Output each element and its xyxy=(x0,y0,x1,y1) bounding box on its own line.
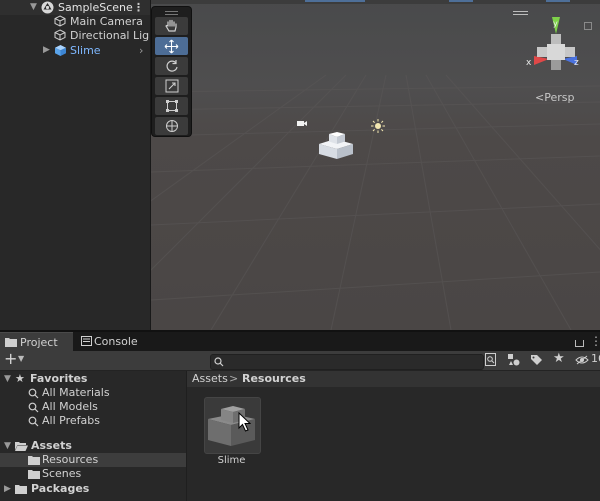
window-menu-icon[interactable]: ⋮ xyxy=(590,332,600,351)
expand-arrow-icon[interactable]: ▼ xyxy=(30,0,37,15)
move-arrows-icon xyxy=(164,39,179,54)
gizmo-x-label: x xyxy=(526,58,532,68)
favorite-star-icon[interactable]: ★ xyxy=(553,351,565,366)
rotate-icon xyxy=(166,60,178,72)
breadcrumb-current[interactable]: Resources xyxy=(242,371,306,387)
hierarchy-item-directional-light[interactable]: Directional Light xyxy=(0,28,150,43)
filter-by-type-icon[interactable] xyxy=(507,353,521,367)
project-tabbar: Project Console ⋮ xyxy=(0,332,600,351)
camera-gizmo-icon[interactable] xyxy=(296,118,308,127)
tree-favorites[interactable]: ▼ ★ Favorites xyxy=(0,372,186,386)
hand-tool-button[interactable] xyxy=(155,17,188,35)
tree-label: Favorites xyxy=(30,372,88,385)
folder-open-icon xyxy=(15,442,28,451)
hierarchy-item-main-camera[interactable]: Main Camera xyxy=(0,14,150,29)
console-icon xyxy=(81,336,92,346)
gizmo-z-label: z xyxy=(574,58,579,68)
gameobject-cube-icon xyxy=(54,15,66,27)
tree-item-all-materials[interactable]: All Materials xyxy=(0,386,186,400)
prefab-cube-icon xyxy=(55,45,66,56)
scene-menu-icon[interactable] xyxy=(513,11,528,12)
scene-menu-icon[interactable]: ⋮ xyxy=(133,0,144,15)
hierarchy-panel: ▼ SampleScene ⋮ Main Camera Directional … xyxy=(0,0,150,330)
move-tool-button[interactable] xyxy=(155,37,188,55)
search-icon xyxy=(28,388,39,399)
tree-item-scenes[interactable]: Scenes xyxy=(0,467,186,481)
chevron-right-icon[interactable]: › xyxy=(139,43,143,58)
hierarchy-item-slime[interactable]: ▶ Slime › xyxy=(0,43,150,58)
scene-view[interactable]: y x z <Persp xyxy=(151,0,600,330)
hierarchy-item-label: Directional Light xyxy=(70,29,150,42)
tree-label: All Models xyxy=(42,400,98,413)
gameobject-cube-icon xyxy=(54,29,66,41)
rect-tool-button[interactable] xyxy=(155,97,188,115)
projection-toggle[interactable]: <Persp xyxy=(535,91,574,104)
tree-item-resources[interactable]: Resources xyxy=(0,453,186,467)
tab-console[interactable]: Console xyxy=(76,332,146,351)
chevron-left-icon: < xyxy=(535,91,545,104)
transform-icon xyxy=(166,120,178,132)
expand-arrow-icon[interactable]: ▶ xyxy=(43,43,50,58)
hierarchy-item-label: Main Camera xyxy=(70,15,143,28)
tab-label: Console xyxy=(94,335,138,348)
tree-label: Assets xyxy=(31,439,72,452)
tree-label: Packages xyxy=(31,482,90,495)
tree-packages[interactable]: ▶ Packages xyxy=(0,482,186,496)
star-icon: ★ xyxy=(15,372,25,385)
asset-tile-slime[interactable] xyxy=(204,397,261,454)
folder-icon xyxy=(28,470,40,479)
search-icon xyxy=(28,402,39,413)
light-gizmo-icon[interactable] xyxy=(371,119,385,133)
tree-label: All Prefabs xyxy=(42,414,100,427)
orientation-gizmo[interactable]: y xyxy=(523,14,589,76)
chevron-down-icon[interactable]: ▼ xyxy=(18,354,24,363)
hidden-packages-count: 16 xyxy=(591,352,600,365)
scene-name: SampleScene xyxy=(58,1,133,14)
mouse-cursor-icon xyxy=(238,412,251,432)
folder-icon xyxy=(5,338,17,347)
tree-item-all-models[interactable]: All Models xyxy=(0,400,186,414)
search-icon xyxy=(214,357,224,367)
rotate-tool-button[interactable] xyxy=(155,57,188,75)
lock-icon[interactable] xyxy=(575,340,584,347)
tree-assets[interactable]: ▼ Assets xyxy=(0,439,186,453)
folder-icon xyxy=(28,456,40,465)
label-tag-icon[interactable] xyxy=(530,354,543,366)
drag-handle-icon[interactable] xyxy=(165,11,178,15)
project-folder-tree: ▼ ★ Favorites All Materials All Models A… xyxy=(0,371,187,501)
tools-overlay xyxy=(152,7,191,136)
rect-transform-icon xyxy=(166,100,178,112)
project-window: Project Console ⋮ + ▼ ★ 16 xyxy=(0,332,600,501)
folder-icon xyxy=(15,485,27,494)
slime-object[interactable] xyxy=(317,131,355,161)
scale-icon xyxy=(165,79,179,93)
tree-label: All Materials xyxy=(42,386,110,399)
tree-label: Scenes xyxy=(42,467,82,480)
hierarchy-scene-row[interactable]: ▼ SampleScene ⋮ xyxy=(0,0,150,15)
tree-label: Resources xyxy=(42,453,99,466)
expand-arrow-icon[interactable]: ▼ xyxy=(4,372,11,386)
search-icon xyxy=(28,416,39,427)
search-by-type-icon[interactable] xyxy=(485,353,497,367)
scale-tool-button[interactable] xyxy=(155,77,188,95)
expand-arrow-icon[interactable]: ▼ xyxy=(4,439,11,453)
expand-arrow-icon[interactable]: ▶ xyxy=(4,482,11,496)
add-button[interactable]: + xyxy=(4,349,17,368)
hierarchy-item-label: Slime xyxy=(70,44,101,57)
breadcrumb-separator: > xyxy=(229,372,239,385)
hidden-packages-icon[interactable] xyxy=(575,355,589,365)
breadcrumb-root[interactable]: Assets xyxy=(192,371,228,387)
tab-label: Project xyxy=(20,336,58,349)
projection-label: Persp xyxy=(544,91,575,104)
svg-text:y: y xyxy=(553,19,558,28)
unity-scene-icon xyxy=(41,1,54,14)
transform-tool-button[interactable] xyxy=(155,117,188,135)
hand-icon xyxy=(165,19,177,32)
breadcrumb: Assets > Resources xyxy=(187,371,600,387)
asset-tile-label: Slime xyxy=(217,455,246,466)
tree-item-all-prefabs[interactable]: All Prefabs xyxy=(0,414,186,428)
search-input[interactable] xyxy=(210,354,484,370)
